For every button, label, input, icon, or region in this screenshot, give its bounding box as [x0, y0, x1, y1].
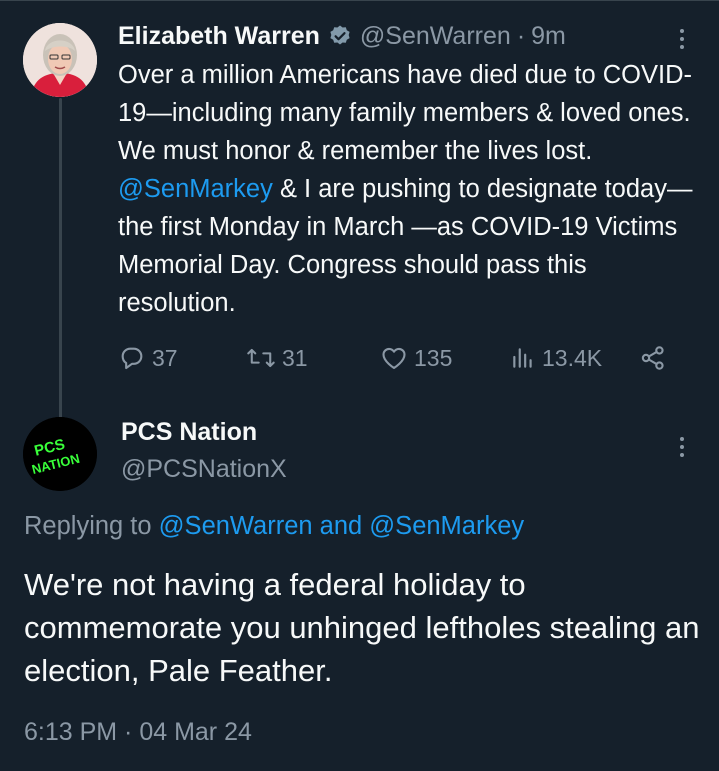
- views-count: 13.4K: [542, 344, 603, 371]
- like-button[interactable]: 135: [380, 338, 452, 378]
- time-ago[interactable]: 9m: [531, 22, 566, 51]
- replying-mentions[interactable]: @SenWarren and @SenMarkey: [159, 512, 524, 540]
- retweet-icon: [247, 348, 275, 368]
- thread-connector-line: [59, 98, 62, 420]
- retweet-button[interactable]: 31: [246, 338, 308, 378]
- more-icon[interactable]: [672, 24, 692, 54]
- author-name[interactable]: Elizabeth Warren: [118, 22, 320, 51]
- mention-link[interactable]: @SenMarkey: [118, 175, 273, 203]
- avatar[interactable]: PCS NATION: [23, 417, 97, 491]
- verified-badge-icon: [330, 25, 350, 45]
- tweet1-actions: 37 31 135 13.4K: [118, 338, 678, 378]
- top-divider: [0, 0, 719, 1]
- tweet-timestamp[interactable]: 6:13 PM · 04 Mar 24: [24, 718, 252, 747]
- author-name[interactable]: PCS Nation: [121, 418, 257, 447]
- share-button[interactable]: [638, 338, 668, 378]
- separator: ·: [516, 21, 526, 50]
- views-icon: [513, 348, 532, 368]
- author-handle[interactable]: @SenWarren: [360, 22, 511, 51]
- tweet2-body: We're not having a federal holiday to co…: [24, 567, 700, 688]
- like-count: 135: [414, 344, 453, 371]
- reply-icon: [121, 347, 143, 370]
- avatar[interactable]: [23, 23, 97, 97]
- reply-button[interactable]: 37: [118, 338, 178, 378]
- warren-avatar-image: [23, 23, 97, 97]
- like-icon: [382, 347, 406, 369]
- more-icon[interactable]: [672, 432, 692, 462]
- share-icon: [641, 346, 664, 370]
- tweet1-body: Over a million Americans have died due t…: [118, 56, 708, 322]
- tweet1-text-part1: Over a million Americans have died due t…: [118, 61, 698, 165]
- pcs-logo-avatar: PCS NATION: [23, 417, 97, 491]
- author-handle[interactable]: @PCSNationX: [121, 455, 287, 484]
- tweet1-header: Elizabeth Warren @SenWarren · 9m: [118, 18, 566, 54]
- replying-prefix: Replying to: [24, 512, 159, 540]
- views-button[interactable]: 13.4K: [510, 338, 602, 378]
- replying-to: Replying to @SenWarren and @SenMarkey: [24, 512, 524, 541]
- reply-count: 37: [152, 344, 178, 371]
- retweet-count: 31: [282, 344, 308, 371]
